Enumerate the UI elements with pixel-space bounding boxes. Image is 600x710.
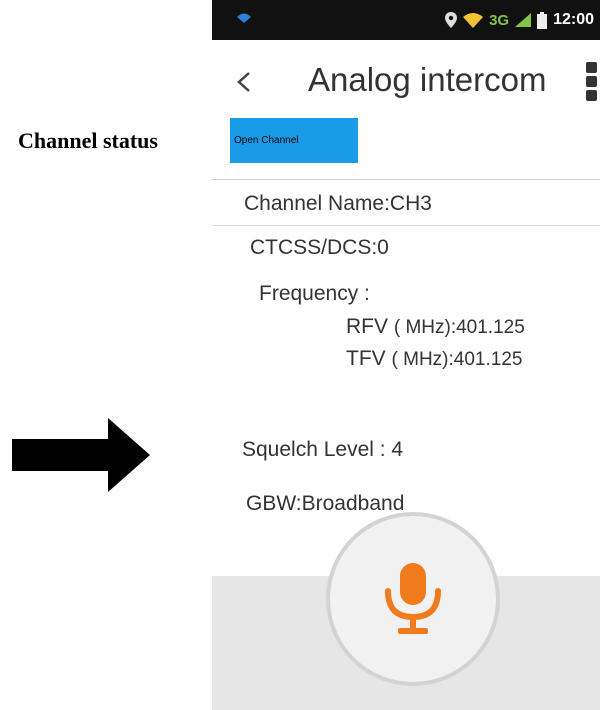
tfv-row: TFV ( MHz):401.125: [346, 347, 522, 371]
rfv-row: RFV ( MHz):401.125: [346, 315, 525, 339]
rfv-value: ( MHz):401.125: [393, 317, 525, 338]
chevron-left-icon: [237, 72, 250, 92]
divider: [212, 179, 600, 180]
channel-name: Channel Name:CH3: [244, 192, 432, 215]
cell-signal-icon: [515, 13, 532, 27]
clock: 12:00: [553, 11, 594, 28]
gbw-mode: GBW:Broadband: [246, 492, 405, 515]
annotation-channel-status: Channel status: [18, 128, 158, 153]
more-vert-icon: [586, 62, 597, 73]
status-icons: 3G 12:00: [445, 11, 594, 29]
divider: [212, 225, 600, 226]
page-title: Analog intercom: [308, 61, 547, 98]
wifi-icon: [463, 13, 484, 28]
status-bar: 3G 12:00: [212, 0, 600, 40]
battery-icon: [537, 11, 548, 29]
signal-icon: [237, 13, 251, 23]
tfv-value: ( MHz):401.125: [391, 349, 523, 370]
frequency-label: Frequency :: [259, 282, 370, 305]
microphone-icon: [385, 563, 441, 634]
phone-screen: 3G 12:00 Analog intercom Open Channel Ch…: [212, 0, 600, 710]
network-type: 3G: [489, 11, 510, 29]
tfv-label: TFV: [346, 347, 386, 370]
back-button[interactable]: [236, 58, 266, 94]
ctcss-dcs: CTCSS/DCS:0: [250, 236, 389, 259]
squelch-level: Squelch Level : 4: [242, 438, 404, 461]
annotation-arrow-icon: [12, 418, 150, 492]
open-channel-button[interactable]: Open Channel: [230, 118, 358, 163]
location-icon: [445, 12, 458, 28]
rfv-label: RFV: [346, 315, 388, 338]
overflow-menu-button[interactable]: [586, 62, 600, 106]
push-to-talk-button[interactable]: [326, 512, 500, 686]
